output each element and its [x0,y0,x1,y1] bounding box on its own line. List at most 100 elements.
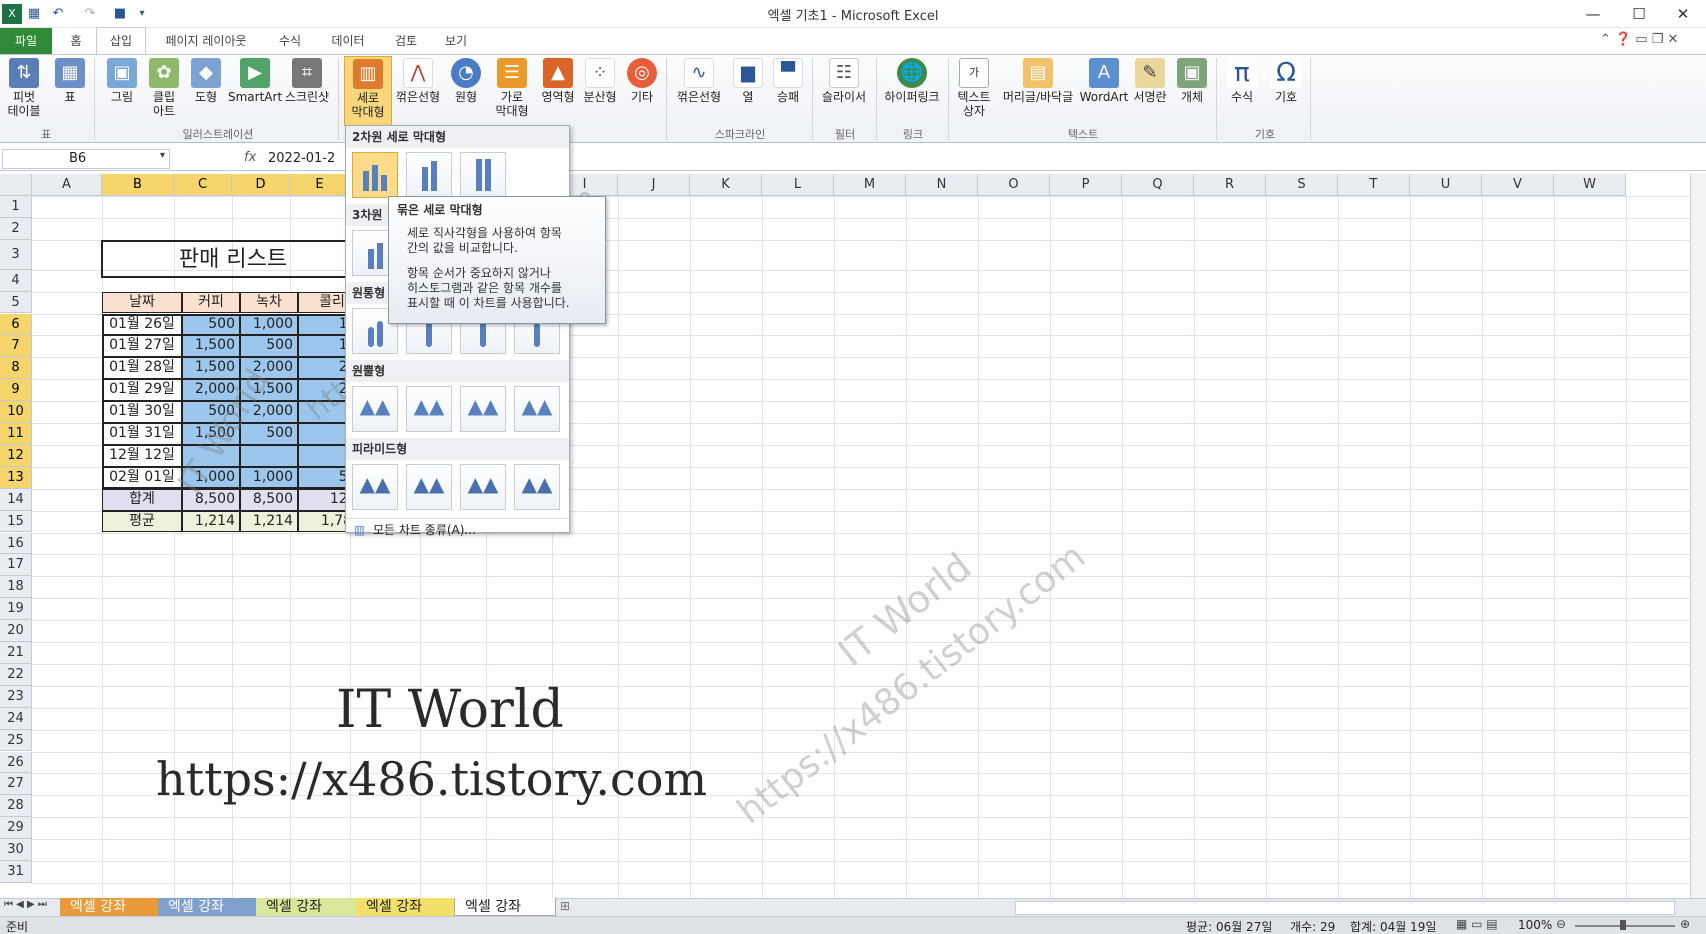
tab-insert[interactable]: 삽입 [96,27,146,55]
row-header-27[interactable]: 27 [0,773,32,796]
pie-chart-button[interactable]: ◔ 원형 [446,56,486,104]
column-header-D[interactable]: D [232,174,290,196]
table-header[interactable]: 녹차 [240,291,298,314]
row-header-1[interactable]: 1 [0,196,32,218]
ribbon-controls-icon[interactable]: ⌃ ❓ ▭ ❐ ✕ [1600,32,1678,47]
zoom-level[interactable]: 100% [1518,918,1552,932]
avg-cell[interactable]: 1,214 [240,510,298,533]
pyramid-chart-icon[interactable]: ▲▲ [406,464,452,510]
tab-file[interactable]: 파일 [0,28,52,54]
column-chart-button[interactable]: ▥ 세로 막대형 [344,56,392,126]
cone-chart-icon[interactable]: ▲▲ [406,386,452,432]
row-header-25[interactable]: 25 [0,729,32,752]
column-header-A[interactable]: A [32,174,102,196]
avg-cell[interactable]: 평균 [102,510,182,533]
column-header-C[interactable]: C [174,174,232,196]
row-header-22[interactable]: 22 [0,663,32,686]
zoom-slider-thumb[interactable] [1620,920,1626,930]
table-header[interactable]: 커피 [182,291,240,314]
row-header-10[interactable]: 10 [0,401,32,423]
fx-icon[interactable]: fx [244,150,256,165]
column-header-K[interactable]: K [690,174,762,196]
view-mode-icon[interactable]: ▦ ▭ ▤ [1456,917,1498,931]
tab-view[interactable]: 보기 [440,28,472,54]
row-header-23[interactable]: 23 [0,685,32,708]
column-header-O[interactable]: O [978,174,1050,196]
column-header-U[interactable]: U [1410,174,1482,196]
object-button[interactable]: ▣ 개체 [1172,56,1212,104]
table-button[interactable]: ▦ 표 [52,56,88,104]
row-header-8[interactable]: 8 [0,357,32,380]
row-header-17[interactable]: 17 [0,554,32,577]
all-chart-types-item[interactable]: ▥ 모든 차트 종류(A)... [346,518,569,540]
row-header-7[interactable]: 7 [0,335,32,358]
row-header-11[interactable]: 11 [0,423,32,445]
row-header-20[interactable]: 20 [0,620,32,642]
clipart-button[interactable]: ✿ 클립 아트 [146,56,182,118]
zoom-in-icon[interactable]: ⊕ [1680,917,1690,931]
row-header-26[interactable]: 26 [0,751,32,774]
header-footer-button[interactable]: ▤ 머리글/바닥글 [998,56,1078,104]
row-header-31[interactable]: 31 [0,861,32,883]
row-header-12[interactable]: 12 [0,444,32,467]
picture-button[interactable]: ▣ 그림 [104,56,140,104]
horizontal-scrollbar[interactable] [1015,901,1675,915]
row-header-5[interactable]: 5 [0,291,32,314]
row-header-16[interactable]: 16 [0,532,32,555]
tab-home[interactable]: 홈 [62,28,90,54]
row-header-14[interactable]: 14 [0,488,32,511]
smartart-button[interactable]: ▶ SmartArt [228,56,282,104]
stacked-column-chart-icon[interactable] [406,152,452,198]
wordart-button[interactable]: A WordArt [1078,56,1130,104]
scatter-chart-button[interactable]: ⁘ 분산형 [580,56,620,104]
column-header-P[interactable]: P [1050,174,1122,196]
sum-cell[interactable]: 합계 [102,488,182,511]
column-header-S[interactable]: S [1266,174,1338,196]
vertical-scrollbar[interactable] [1690,174,1706,898]
close-button[interactable]: ✕ [1660,0,1706,28]
row-header-29[interactable]: 29 [0,817,32,840]
pyramid-chart-icon[interactable]: ▲▲ [352,464,398,510]
bar-chart-button[interactable]: ☰ 가로 막대형 [490,56,534,118]
row-header-4[interactable]: 4 [0,269,32,292]
equation-button[interactable]: π 수식 [1222,56,1262,104]
table-header[interactable]: 날짜 [102,291,182,314]
shapes-button[interactable]: ◆ 도형 [188,56,224,104]
sheet-tab-3[interactable]: 엑셀 강좌 #3 [256,898,356,933]
row-header-21[interactable]: 21 [0,642,32,664]
row-header-3[interactable]: 3 [0,239,32,270]
sum-cell[interactable]: 8,500 [240,488,298,511]
column-header-W[interactable]: W [1554,174,1626,196]
row-header-2[interactable]: 2 [0,217,32,240]
column-header-B[interactable]: B [102,174,174,196]
row-header-6[interactable]: 6 [0,313,32,336]
sheet-tab-2[interactable]: 엑셀 강좌 #2 [158,898,256,933]
row-header-19[interactable]: 19 [0,598,32,621]
textbox-button[interactable]: 가 텍스트 상자 [954,56,994,118]
avg-cell[interactable]: 1,214 [182,510,240,533]
slicer-button[interactable]: ☷ 슬라이서 [818,56,870,104]
column-header-M[interactable]: M [834,174,906,196]
column-header-T[interactable]: T [1338,174,1410,196]
column-header-R[interactable]: R [1194,174,1266,196]
column-header-J[interactable]: J [618,174,690,196]
100-stacked-column-chart-icon[interactable] [460,152,506,198]
symbol-button[interactable]: Ω 기호 [1266,56,1306,104]
pyramid-chart-icon[interactable]: ▲▲ [460,464,506,510]
new-sheet-icon[interactable]: ⊞ [560,899,570,913]
column-header-E[interactable]: E [290,174,350,196]
zoom-out-icon[interactable]: ⊖ [1556,917,1566,931]
cone-chart-icon[interactable]: ▲▲ [460,386,506,432]
row-header-18[interactable]: 18 [0,576,32,599]
sheet-tab-4[interactable]: 엑셀 강좌 #4 [356,898,454,933]
namebox-dropdown-icon[interactable]: ▾ [160,150,165,161]
tab-data[interactable]: 데이터 [326,28,370,54]
sheet-tab-5[interactable]: 엑셀 강좌 #5 [454,898,556,933]
signature-button[interactable]: ✎ 서명란 [1130,56,1170,104]
other-chart-button[interactable]: ◎ 기타 [624,56,660,104]
cone-chart-icon[interactable]: ▲▲ [352,386,398,432]
column-header-V[interactable]: V [1482,174,1554,196]
cone-chart-icon[interactable]: ▲▲ [514,386,560,432]
screenshot-button[interactable]: ⌗ 스크린샷 [282,56,332,104]
select-all-corner[interactable] [0,174,32,196]
